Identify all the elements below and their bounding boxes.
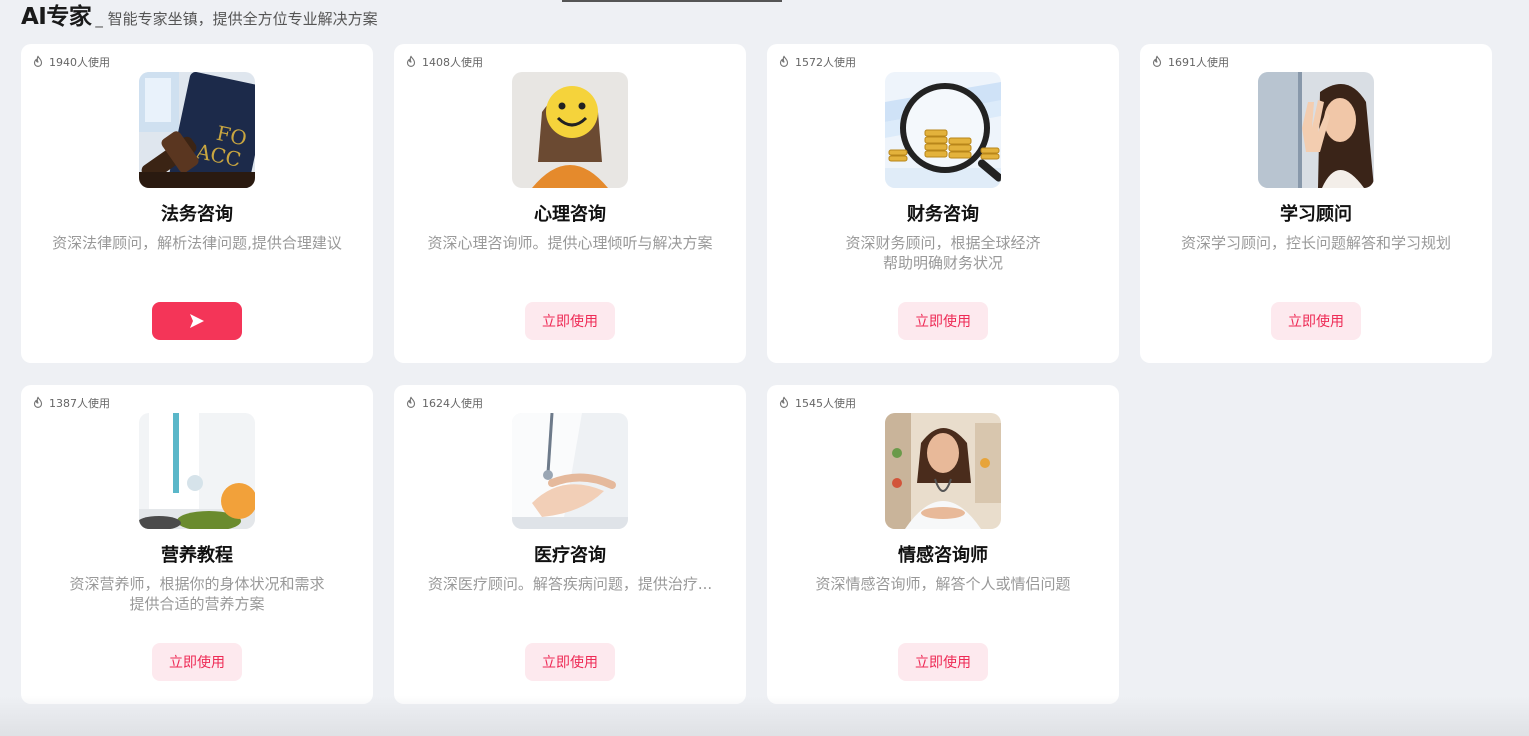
card-title: 营养教程: [161, 545, 233, 566]
usage-count: 1691人使用: [1150, 54, 1229, 70]
use-now-button[interactable]: 立即使用: [525, 643, 615, 681]
card-title: 医疗咨询: [534, 545, 606, 566]
card-description: 资深情感咨询师，解答个人或情侣问题: [778, 574, 1108, 616]
card-description-line: 资深营养师，根据你的身体状况和需求: [69, 575, 325, 593]
use-now-label: 立即使用: [1288, 314, 1344, 330]
usage-count-text: 1545人使用: [795, 397, 856, 410]
use-now-label: 立即使用: [915, 314, 971, 330]
card-description: 资深学习顾问，控长问题解答和学习规划: [1151, 233, 1481, 275]
card-title: 法务咨询: [161, 204, 233, 225]
expert-card[interactable]: 1387人使用 营养教程 资深营养师，根据你的身体状况和需求 提供合适的营养方案 …: [21, 385, 373, 704]
expert-avatar: [512, 413, 628, 529]
card-description-line: 资深情感咨询师，解答个人或情侣问题: [815, 575, 1071, 593]
page-header: AI专家 _ 智能专家坐镇，提供全方位专业解决方案: [21, 0, 378, 30]
usage-count: 1387人使用: [31, 395, 110, 411]
card-description: 资深法律顾问，解析法律问题,提供合理建议: [32, 233, 362, 275]
card-title: 财务咨询: [907, 204, 979, 225]
fire-icon: [33, 55, 43, 67]
card-title: 心理咨询: [534, 204, 606, 225]
card-description: 资深医疗顾问。解答疾病问题，提供治疗...: [405, 574, 735, 616]
expert-card[interactable]: 1408人使用 心理咨询 资深心理咨询师。提供心理倾听与解决方案 立即使用: [394, 44, 746, 363]
fire-icon: [779, 396, 789, 408]
usage-count-text: 1624人使用: [422, 397, 483, 410]
fire-icon: [406, 396, 416, 408]
usage-count: 1545人使用: [777, 395, 856, 411]
card-description-line: 资深财务顾问，根据全球经济: [845, 234, 1041, 252]
use-now-button[interactable]: 立即使用: [525, 302, 615, 340]
expert-card[interactable]: 1572人使用 财务咨询 资深财务顾问，根据全球经济 帮助明确财务状况 立即使用: [767, 44, 1119, 363]
use-now-button[interactable]: 立即使用: [898, 643, 988, 681]
page-subtitle: _ 智能专家坐镇，提供全方位专业解决方案: [95, 10, 378, 28]
send-icon: [190, 314, 204, 328]
usage-count-text: 1408人使用: [422, 56, 483, 69]
usage-count-text: 1940人使用: [49, 56, 110, 69]
expert-avatar: [885, 413, 1001, 529]
expert-card[interactable]: 1545人使用 情感咨询师 资深情感咨询师，解答个人或情侣问题 立即使用: [767, 385, 1119, 704]
expert-avatar: [1258, 72, 1374, 188]
card-description: 资深心理咨询师。提供心理倾听与解决方案: [405, 233, 735, 275]
usage-count: 1572人使用: [777, 54, 856, 70]
page-title: AI专家: [21, 4, 92, 30]
fire-icon: [1152, 55, 1162, 67]
use-now-button[interactable]: 立即使用: [898, 302, 988, 340]
card-description-line: 资深学习顾问，控长问题解答和学习规划: [1180, 234, 1451, 252]
send-button[interactable]: [152, 302, 242, 340]
card-title: 学习顾问: [1280, 204, 1352, 225]
expert-card[interactable]: 1940人使用 FO ACC 法务咨询 资深法律顾问，解析法律问题,提供合理建议: [21, 44, 373, 363]
use-now-label: 立即使用: [915, 655, 971, 671]
usage-count: 1408人使用: [404, 54, 483, 70]
expert-card[interactable]: 1624人使用 医疗咨询 资深医疗顾问。解答疾病问题，提供治疗... 立即使用: [394, 385, 746, 704]
expert-avatar: [885, 72, 1001, 188]
usage-count-text: 1387人使用: [49, 397, 110, 410]
card-description-line: 帮助明确财务状况: [882, 254, 1003, 272]
use-now-label: 立即使用: [542, 655, 598, 671]
use-now-label: 立即使用: [542, 314, 598, 330]
expert-avatar: FO ACC: [139, 72, 255, 188]
card-description-line: 资深法律顾问，解析法律问题,提供合理建议: [52, 234, 342, 252]
expert-avatar: [139, 413, 255, 529]
use-now-button[interactable]: 立即使用: [1271, 302, 1361, 340]
fire-icon: [33, 396, 43, 408]
use-now-button[interactable]: 立即使用: [152, 643, 242, 681]
bottom-fade: [0, 696, 1529, 736]
card-description: 资深营养师，根据你的身体状况和需求 提供合适的营养方案: [32, 574, 362, 616]
card-description-line: 资深医疗顾问。解答疾病问题，提供治疗...: [427, 575, 713, 593]
expert-avatar: [512, 72, 628, 188]
card-title: 情感咨询师: [898, 545, 988, 566]
usage-count-text: 1691人使用: [1168, 56, 1229, 69]
use-now-label: 立即使用: [169, 655, 225, 671]
usage-count: 1624人使用: [404, 395, 483, 411]
card-description-line: 资深心理咨询师。提供心理倾听与解决方案: [427, 234, 713, 252]
card-description-line: 提供合适的营养方案: [129, 595, 265, 613]
usage-count: 1940人使用: [31, 54, 110, 70]
usage-count-text: 1572人使用: [795, 56, 856, 69]
expert-card-grid: 1940人使用 FO ACC 法务咨询 资深法律顾问，解析法律问题,提供合理建议 …: [21, 44, 1492, 704]
card-description: 资深财务顾问，根据全球经济 帮助明确财务状况: [778, 233, 1108, 275]
fire-icon: [779, 55, 789, 67]
expert-card[interactable]: 1691人使用 学习顾问 资深学习顾问，控长问题解答和学习规划 立即使用: [1140, 44, 1492, 363]
top-scroll-indicator: [562, 0, 782, 2]
fire-icon: [406, 55, 416, 67]
